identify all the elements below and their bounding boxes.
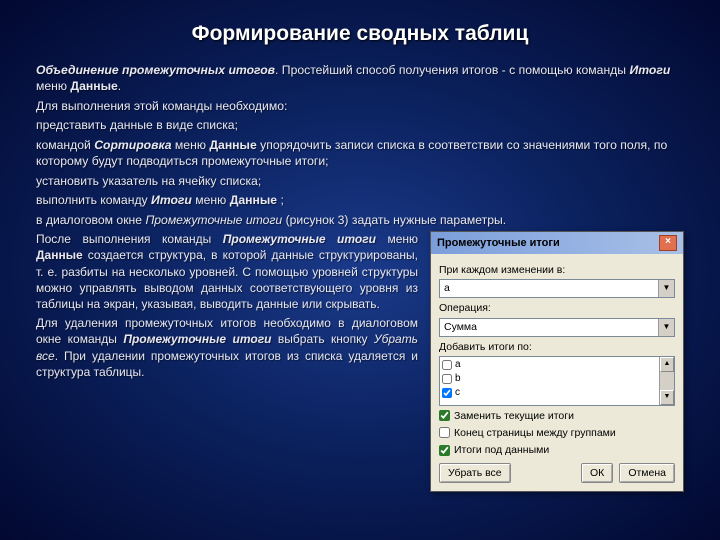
chevron-down-icon[interactable]: ▼: [658, 280, 674, 297]
close-icon[interactable]: ×: [659, 235, 677, 251]
lower-para-1: После выполнения команды Промежуточные и…: [36, 231, 418, 312]
cancel-button[interactable]: Отмена: [619, 463, 675, 483]
body-text: Объединение промежуточных итогов. Просте…: [36, 62, 684, 492]
field-checkbox[interactable]: [442, 360, 452, 370]
dialog-titlebar[interactable]: Промежуточные итоги ×: [431, 232, 683, 254]
listbox-fields[interactable]: a b c ▲ ▼: [439, 356, 675, 406]
slide-title: Формирование сводных таблиц: [36, 22, 684, 46]
list-item[interactable]: c: [442, 386, 657, 400]
dialog-title: Промежуточные итоги: [437, 236, 560, 251]
lower-text: После выполнения команды Промежуточные и…: [36, 231, 418, 492]
checkbox-below[interactable]: Итоги под данными: [439, 443, 675, 457]
chevron-down-icon[interactable]: ▼: [658, 319, 674, 336]
ok-button[interactable]: ОК: [581, 463, 613, 483]
combo-change[interactable]: a ▼: [439, 279, 675, 298]
checkbox-pagebreak[interactable]: Конец страницы между группами: [439, 426, 675, 440]
para-1: Объединение промежуточных итогов. Просте…: [36, 62, 684, 95]
label-change: При каждом изменении в:: [439, 263, 675, 277]
para-5: установить указатель на ячейку списка;: [36, 173, 684, 189]
scroll-down-icon[interactable]: ▼: [660, 390, 674, 405]
para-3: представить данные в виде списка;: [36, 117, 684, 133]
list-item[interactable]: a: [442, 358, 657, 372]
para-2: Для выполнения этой команды необходимо:: [36, 98, 684, 114]
para-4: командой Сортировка меню Данные упорядоч…: [36, 137, 684, 170]
scroll-up-icon[interactable]: ▲: [660, 357, 674, 372]
field-checkbox[interactable]: [442, 374, 452, 384]
para-6: выполнить команду Итоги меню Данные ;: [36, 192, 684, 208]
lower-para-2: Для удаления промежуточных итогов необхо…: [36, 315, 418, 380]
checkbox-replace[interactable]: Заменить текущие итоги: [439, 409, 675, 423]
subtotals-dialog: Промежуточные итоги × При каждом изменен…: [430, 231, 684, 492]
field-checkbox[interactable]: [442, 388, 452, 398]
list-item[interactable]: b: [442, 372, 657, 386]
scrollbar[interactable]: ▲ ▼: [659, 357, 674, 405]
label-operation: Операция:: [439, 301, 675, 315]
combo-operation[interactable]: Сумма ▼: [439, 318, 675, 337]
label-addtotals: Добавить итоги по:: [439, 340, 675, 354]
para-7: в диалоговом окне Промежуточные итоги (р…: [36, 212, 684, 228]
remove-all-button[interactable]: Убрать все: [439, 463, 511, 483]
